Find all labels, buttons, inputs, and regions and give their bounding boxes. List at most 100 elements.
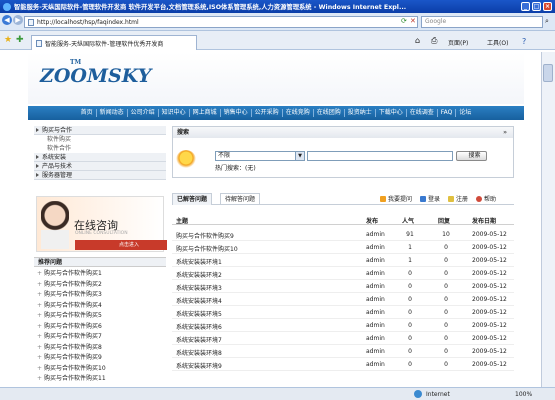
add-favorites-icon[interactable]: ✚ (16, 35, 24, 45)
sidebar-menu-item[interactable]: 购买与合作 (34, 126, 166, 135)
chevron-down-icon[interactable]: ▼ (295, 152, 304, 160)
register-icon (448, 195, 455, 202)
nav-item[interactable]: 投资纳士 (343, 109, 375, 117)
register-link[interactable]: 注册 (448, 194, 468, 203)
topic-link[interactable]: 系统安装装环境1 (176, 257, 222, 266)
topic-link[interactable]: 系统安装装环境4 (176, 296, 222, 305)
topic-link[interactable]: 系统安装装环境9 (176, 361, 222, 370)
table-row[interactable]: 系统安装装环境7 admin 0 0 2009-05-12 (172, 332, 514, 345)
recommended-item[interactable]: 购买与合作软件购买5 (34, 311, 166, 322)
ask-question-link[interactable]: 我要提问 (380, 194, 412, 203)
table-row[interactable]: 购买与合作软件购买9 admin 91 10 2009-05-12 (172, 228, 514, 241)
topic-link[interactable]: 系统安装装环境7 (176, 335, 222, 344)
topic-link[interactable]: 系统安装装环境5 (176, 309, 222, 318)
search-button[interactable]: 搜索 (456, 151, 487, 161)
recommended-item[interactable]: 购买与合作软件购买10 (34, 364, 166, 375)
topic-link[interactable]: 系统安装装环境2 (176, 270, 222, 279)
web-search-input[interactable]: Google (421, 16, 543, 28)
site-logo[interactable]: TM ZOOMSKY (40, 59, 151, 87)
back-button[interactable]: ◀ (2, 15, 12, 25)
address-input[interactable]: http://localhost/hsp/faqindex.html (24, 16, 418, 28)
author-cell: admin (366, 348, 385, 355)
zoom-level[interactable]: 100% (515, 391, 532, 398)
topic-link[interactable]: 系统安装装环境6 (176, 322, 222, 331)
table-row[interactable]: 系统安装装环境3 admin 0 0 2009-05-12 (172, 280, 514, 293)
help-menu-icon[interactable]: ? (522, 37, 526, 46)
nav-item[interactable]: 在线调查 (405, 109, 437, 117)
tab-answered[interactable]: 已解答问题 (172, 193, 213, 205)
consult-enter-button[interactable]: 点击进入 (75, 240, 167, 250)
topic-link[interactable]: 系统安装装环境3 (176, 283, 222, 292)
sidebar-menu-item[interactable]: 系统安装 (34, 153, 166, 162)
recommended-item[interactable]: 购买与合作软件购买1 (34, 269, 166, 280)
help-link[interactable]: 帮助 (476, 194, 496, 203)
table-row[interactable]: 系统安装装环境9 admin 0 0 2009-05-12 (172, 358, 514, 371)
nav-item[interactable]: 下载中心 (374, 109, 406, 117)
topic-link[interactable]: 购买与合作软件购买10 (176, 244, 238, 253)
topic-link[interactable]: 系统安装装环境8 (176, 348, 222, 357)
scrollbar-thumb[interactable] (543, 64, 553, 82)
search-icon[interactable]: ⌕ (545, 17, 549, 26)
table-row[interactable]: 购买与合作软件购买10 admin 1 0 2009-05-12 (172, 241, 514, 254)
favorites-star-icon[interactable]: ★ (4, 35, 12, 45)
maximize-button[interactable]: □ (532, 2, 541, 11)
tab-pending[interactable]: 待解答问题 (220, 193, 261, 205)
recommended-item[interactable]: 购买与合作软件购买9 (34, 353, 166, 364)
table-row[interactable]: 系统安装装环境2 admin 0 0 2009-05-12 (172, 267, 514, 280)
keyword-input[interactable] (307, 151, 453, 161)
nav-item[interactable]: FAQ (436, 109, 456, 117)
sidebar-menu-item[interactable]: 产品与技术 (34, 162, 166, 171)
col-replies: 回复 (438, 218, 451, 225)
nav-item[interactable]: 在线团购 (312, 109, 344, 117)
recommended-item[interactable]: 购买与合作软件购买4 (34, 301, 166, 312)
forward-button[interactable]: ▶ (13, 15, 23, 25)
recommended-item[interactable]: 购买与合作软件购买8 (34, 343, 166, 354)
page-menu[interactable]: 页面(P) (448, 38, 468, 47)
print-icon[interactable]: ⎙ (431, 36, 437, 46)
vertical-scrollbar[interactable] (541, 52, 555, 387)
nav-item[interactable]: 网上商城 (188, 109, 220, 117)
collapse-icon[interactable]: » (503, 127, 507, 138)
recommended-item[interactable]: 购买与合作软件购买2 (34, 280, 166, 291)
tools-menu[interactable]: 工具(O) (487, 38, 508, 47)
recommended-item[interactable]: 购买与合作软件购买11 (34, 374, 166, 385)
nav-item[interactable]: 公开采购 (250, 109, 282, 117)
nav-item[interactable]: 销售中心 (219, 109, 251, 117)
login-link[interactable]: 登录 (420, 194, 440, 203)
recommended-item[interactable]: 购买与合作软件购买7 (34, 332, 166, 343)
sidebar-menu-item[interactable]: 软件合作 (34, 144, 166, 153)
hot-searches: 热门搜索：(无) (215, 165, 256, 172)
sidebar-menu-label: 购买与合作 (42, 127, 73, 134)
close-button[interactable]: × (543, 2, 552, 11)
date-cell: 2009-05-12 (472, 270, 507, 277)
nav-item[interactable]: 论坛 (455, 109, 474, 117)
table-row[interactable]: 系统安装装环境4 admin 0 0 2009-05-12 (172, 293, 514, 306)
table-row[interactable]: 系统安装装环境6 admin 0 0 2009-05-12 (172, 319, 514, 332)
sidebar-menu-item[interactable]: 服务器管理 (34, 171, 166, 180)
nav-item[interactable]: 知识中心 (157, 109, 189, 117)
topic-link[interactable]: 购买与合作软件购买9 (176, 231, 234, 240)
nav-item[interactable]: 新闻动态 (95, 109, 127, 117)
online-consult-banner[interactable]: 在线咨询 ONLINE CONSULTATION 点击进入 (36, 196, 167, 252)
recommended-item[interactable]: 购买与合作软件购买6 (34, 322, 166, 333)
views-cell: 0 (408, 361, 412, 368)
recommended-item[interactable]: 购买与合作软件购买3 (34, 290, 166, 301)
author-cell: admin (366, 283, 385, 290)
category-select[interactable]: 不限 ▼ (215, 151, 305, 161)
minimize-button[interactable]: _ (521, 2, 530, 11)
sidebar-menu-item[interactable]: 软件购买 (34, 135, 166, 144)
home-icon[interactable]: ⌂ (415, 36, 420, 45)
replies-cell: 0 (444, 348, 448, 355)
date-cell: 2009-05-12 (472, 231, 507, 238)
tab-title: 智能服务-天纵国际软件-管理软件优秀开发商 (45, 40, 164, 48)
table-row[interactable]: 系统安装装环境5 admin 0 0 2009-05-12 (172, 306, 514, 319)
table-row[interactable]: 系统安装装环境1 admin 1 0 2009-05-12 (172, 254, 514, 267)
date-cell: 2009-05-12 (472, 257, 507, 264)
refresh-button[interactable]: ⟳ (401, 17, 407, 25)
stop-button[interactable]: ✕ (410, 17, 416, 25)
browser-tab[interactable]: 智能服务-天纵国际软件-管理软件优秀开发商 (31, 35, 197, 50)
table-row[interactable]: 系统安装装环境8 admin 0 0 2009-05-12 (172, 345, 514, 358)
nav-item[interactable]: 首页 (78, 109, 96, 117)
nav-item[interactable]: 公司介绍 (126, 109, 158, 117)
nav-item[interactable]: 在线竞购 (281, 109, 313, 117)
